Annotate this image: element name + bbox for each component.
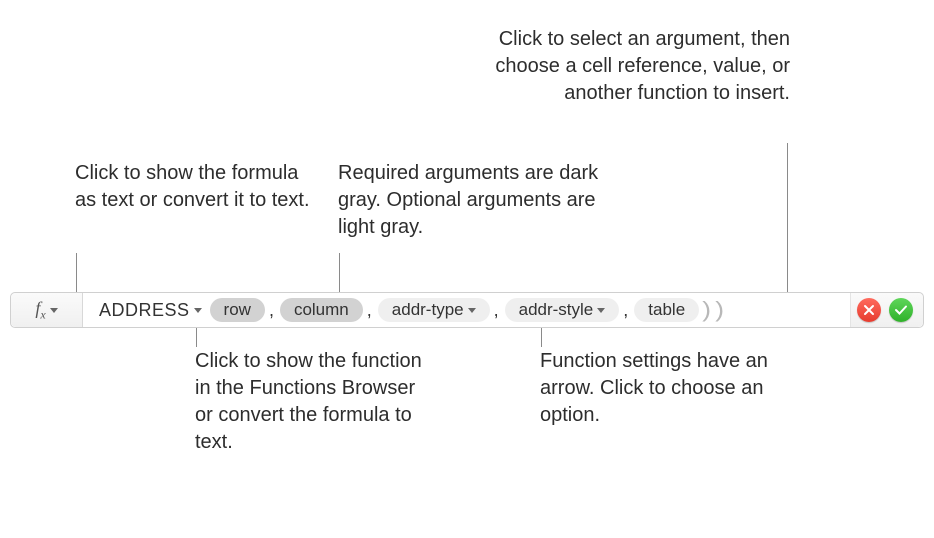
argument-label: addr-style (519, 300, 594, 320)
argument-row[interactable]: row (210, 298, 265, 322)
argument-table[interactable]: table (634, 298, 699, 322)
cancel-button[interactable] (857, 298, 881, 322)
close-paren: ) (701, 297, 712, 323)
argument-column[interactable]: column (280, 298, 363, 322)
accept-button[interactable] (889, 298, 913, 322)
chevron-down-icon (597, 308, 605, 313)
argument-separator: , (365, 300, 376, 321)
function-name-label: ADDRESS (99, 300, 190, 321)
leader-fnbrowser (196, 328, 197, 347)
callout-fnbrowser: Click to show the function in the Functi… (195, 348, 435, 456)
argument-label: table (648, 300, 685, 320)
callout-required: Required arguments are dark gray. Option… (338, 160, 618, 241)
argument-label: addr-type (392, 300, 464, 320)
leader-fx (76, 253, 77, 292)
leader-insert (787, 143, 788, 292)
chevron-down-icon (50, 308, 58, 313)
argument-addr-type[interactable]: addr-type (378, 298, 490, 322)
leader-settings (541, 328, 542, 347)
close-icon (863, 304, 875, 316)
check-icon (894, 304, 908, 316)
close-paren: ) (714, 297, 725, 323)
function-name-token[interactable]: ADDRESS (97, 300, 208, 321)
chevron-down-icon (468, 308, 476, 313)
callout-insert: Click to select an argument, then choose… (480, 26, 790, 107)
formula-token-area[interactable]: ADDRESS row , column , addr-type , addr-… (83, 293, 850, 327)
argument-separator: , (621, 300, 632, 321)
fx-icon: fx (35, 298, 45, 323)
argument-label: column (294, 300, 349, 320)
fx-button[interactable]: fx (11, 293, 83, 327)
chevron-down-icon (194, 308, 202, 313)
argument-separator: , (492, 300, 503, 321)
argument-label: row (224, 300, 251, 320)
leader-required (339, 253, 340, 292)
formula-actions (850, 293, 923, 327)
callout-fx: Click to show the formula as text or con… (75, 160, 315, 214)
callout-settings: Function settings have an arrow. Click t… (540, 348, 800, 429)
argument-separator: , (267, 300, 278, 321)
formula-editor-bar: fx ADDRESS row , column , addr-type , ad… (10, 292, 924, 328)
argument-addr-style[interactable]: addr-style (505, 298, 620, 322)
